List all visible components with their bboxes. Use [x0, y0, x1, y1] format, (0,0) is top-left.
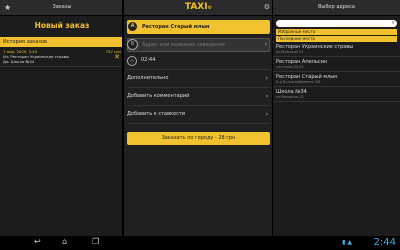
status-icons: ▮ ▲	[342, 239, 352, 246]
back-icon[interactable]: ↩	[34, 237, 41, 246]
to-address-field[interactable]: B Адрес или название заведения ›	[127, 38, 270, 52]
delete-icon[interactable]: ✕	[114, 54, 120, 61]
address-sub: ул.Музыкой 11	[276, 50, 304, 54]
address-panel: Выбор адреса ⌕ Избранные места Последние…	[273, 0, 400, 236]
recent-apps-icon[interactable]: ❐	[92, 237, 99, 246]
history-header: История заказов	[0, 37, 124, 47]
address-item[interactable]: Ресторан Апельсин ул.Отрок 22/71	[273, 57, 400, 72]
address-item[interactable]: Школа №34 ул.Малютан 12	[273, 87, 400, 102]
to-address-placeholder: Адрес или название заведения	[142, 42, 225, 48]
from-address-field[interactable]: A Ресторан Старый млын ›	[127, 20, 270, 34]
point-a-icon: A	[127, 21, 138, 32]
status-clock: 2:44	[373, 237, 396, 248]
order-form-panel: TAXI⚙ ⚙ A Ресторан Старый млын › B Адрес…	[124, 0, 273, 236]
orders-panel: ★ Заказы Новый заказ История заказов 7 м…	[0, 0, 124, 236]
orders-topbar: ★ Заказы	[0, 0, 124, 16]
additional-label: Дополнительно	[127, 75, 169, 81]
home-icon[interactable]: ⌂	[62, 237, 67, 246]
comment-label: Добавить комментарий	[127, 93, 190, 99]
address-sub: ул.Малютан 12	[276, 95, 304, 99]
chevron-right-icon: ›	[265, 93, 268, 100]
app: ★ Заказы Новый заказ История заказов 7 м…	[0, 0, 400, 236]
chevron-right-icon: ›	[264, 23, 267, 30]
order-button[interactable]: Заказать по городу - 28 грн	[127, 132, 270, 145]
tab-favorites[interactable]: Избранные места	[276, 29, 397, 35]
search-icon[interactable]: ⌕	[392, 19, 395, 27]
chevron-right-icon: ›	[264, 41, 267, 48]
rate-row[interactable]: Добавить к ставкости ›	[127, 106, 270, 124]
system-navbar: ↩ ⌂ ❐ ▮ ▲ 2:44	[0, 236, 400, 250]
rate-label: Добавить к ставкости	[127, 111, 186, 117]
address-item[interactable]: Ресторан Старый млын Б-р Бульв.Шевченко …	[273, 72, 400, 87]
history-to: До: Школа №34	[3, 59, 35, 64]
history-item[interactable]: 7 мая, 2009, 2:40 747 грн Из: Ресторан У…	[0, 47, 124, 67]
chevron-right-icon: ›	[265, 111, 268, 118]
point-b-icon: B	[127, 39, 138, 50]
time-value: 02:44	[141, 57, 156, 63]
new-order-button[interactable]: Новый заказ	[0, 16, 124, 34]
address-topbar: Выбор адреса	[273, 0, 400, 16]
settings-icon[interactable]: ⚙	[264, 0, 270, 15]
search-input[interactable]: ⌕	[276, 19, 397, 27]
address-title: Выбор адреса	[318, 4, 355, 10]
comment-row[interactable]: Добавить комментарий ›	[127, 88, 270, 106]
address-sub: Б-р Бульв.Шевченко 3/8	[276, 80, 321, 84]
chevron-right-icon: ›	[265, 75, 268, 82]
address-item[interactable]: Ресторан Украинские стравы ул.Музыкой 11	[273, 42, 400, 57]
order-topbar: TAXI⚙ ⚙	[124, 0, 273, 16]
taxi-logo: TAXI⚙	[184, 2, 213, 12]
additional-row[interactable]: Дополнительно ›	[127, 70, 270, 88]
address-sub: ул.Отрок 22/71	[276, 65, 304, 69]
time-row[interactable]: ◷ 02:44	[127, 52, 270, 70]
from-address-value: Ресторан Старый млын	[142, 24, 210, 30]
clock-icon: ◷	[127, 56, 137, 66]
orders-title: Заказы	[52, 4, 72, 10]
